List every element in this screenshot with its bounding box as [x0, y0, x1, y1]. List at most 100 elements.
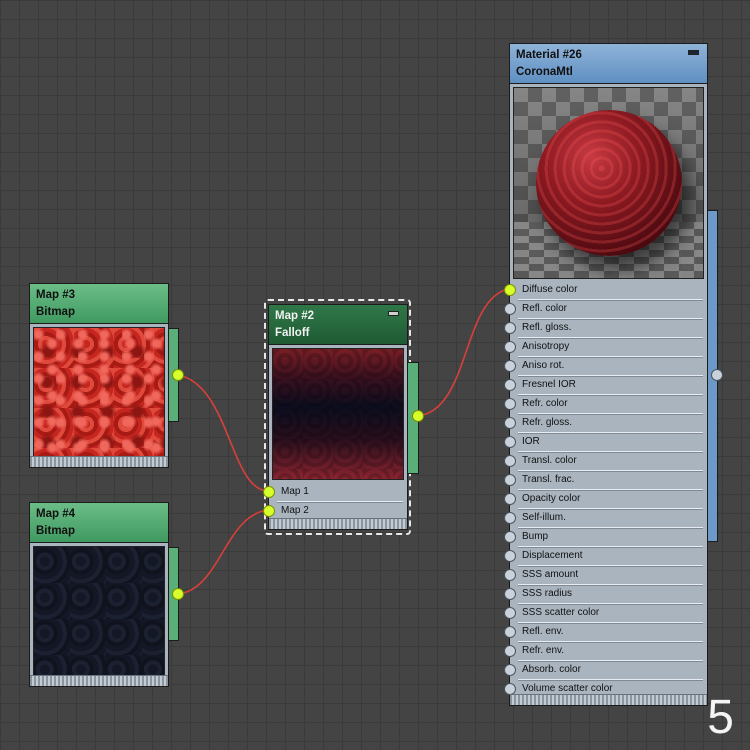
output-socket[interactable]: [711, 369, 723, 381]
slot-absorb-color[interactable]: Absorb. color: [504, 661, 703, 680]
node-footer: [30, 456, 168, 467]
input-socket[interactable]: [504, 436, 516, 448]
slot-aniso-rot[interactable]: Aniso rot.: [504, 357, 703, 376]
slot-label: Opacity color: [522, 493, 581, 504]
wire-falloff-to-diffuse: [417, 288, 509, 417]
slot-label: Bump: [522, 531, 549, 542]
node-type: Falloff: [275, 327, 310, 339]
slot-refl-color[interactable]: Refl. color: [504, 300, 703, 319]
node-map4-bitmap[interactable]: Map #4 Bitmap: [29, 502, 184, 687]
slot-refr-env[interactable]: Refr. env.: [504, 642, 703, 661]
slot-refr-gloss[interactable]: Refr. gloss.: [504, 414, 703, 433]
slot-label: Refl. gloss.: [522, 322, 572, 333]
output-socket[interactable]: [172, 588, 184, 600]
node-type: Bitmap: [36, 525, 75, 537]
slot-self-illum[interactable]: Self-illum.: [504, 509, 703, 528]
node-header[interactable]: Material #26 CoronaMtl: [509, 43, 708, 83]
bitmap-preview-red: [33, 327, 165, 460]
slot-label: SSS radius: [522, 588, 573, 599]
slot-label: Refr. gloss.: [522, 417, 573, 428]
node-header[interactable]: Map #2 Falloff: [268, 304, 408, 344]
slot-refr-color[interactable]: Refr. color: [504, 395, 703, 414]
input-socket[interactable]: [504, 379, 516, 391]
material-preview: [513, 87, 704, 279]
slot-diffuse-color[interactable]: Diffuse color: [504, 281, 703, 300]
slot-map-1[interactable]: Map 1: [263, 483, 403, 502]
slot-label: Refr. env.: [522, 645, 565, 656]
output-socket[interactable]: [172, 369, 184, 381]
minimize-icon[interactable]: [388, 311, 399, 316]
slot-label: Refr. color: [522, 398, 568, 409]
node-footer: [30, 675, 168, 686]
slot-anisotropy[interactable]: Anisotropy: [504, 338, 703, 357]
falloff-preview: [272, 348, 404, 480]
slot-label: Refl. color: [522, 303, 568, 314]
node-header[interactable]: Map #3 Bitmap: [29, 283, 169, 323]
slot-label: Map 2: [281, 505, 309, 516]
node-body: [29, 323, 169, 468]
slot-opacity-color[interactable]: Opacity color: [504, 490, 703, 509]
slot-ior[interactable]: IOR: [504, 433, 703, 452]
slot-label: Self-illum.: [522, 512, 566, 523]
input-socket[interactable]: [504, 493, 516, 505]
input-socket[interactable]: [504, 303, 516, 315]
node-material-corona[interactable]: Material #26 CoronaMtl Diffuse color Refl…: [504, 43, 723, 706]
input-socket[interactable]: [504, 626, 516, 638]
slot-label: Transl. frac.: [522, 474, 575, 485]
slot-sss-amount[interactable]: SSS amount: [504, 566, 703, 585]
wire-map3-to-map1: [177, 374, 269, 492]
slot-displacement[interactable]: Displacement: [504, 547, 703, 566]
node-title: Map #2: [275, 310, 314, 322]
slot-transl-color[interactable]: Transl. color: [504, 452, 703, 471]
input-socket[interactable]: [504, 284, 516, 296]
slot-label: Anisotropy: [522, 341, 570, 352]
slot-label: SSS scatter color: [522, 607, 600, 618]
slot-refl-gloss[interactable]: Refl. gloss.: [504, 319, 703, 338]
slot-label: Displacement: [522, 550, 583, 561]
output-socket[interactable]: [412, 410, 424, 422]
input-socket[interactable]: [504, 607, 516, 619]
input-socket[interactable]: [504, 588, 516, 600]
input-socket[interactable]: [504, 550, 516, 562]
node-title: Map #3: [36, 289, 75, 301]
input-socket[interactable]: [263, 486, 275, 498]
slot-label: SSS amount: [522, 569, 579, 580]
slot-label: Transl. color: [522, 455, 577, 466]
input-socket[interactable]: [504, 664, 516, 676]
slot-refl-env[interactable]: Refl. env.: [504, 623, 703, 642]
node-map2-falloff[interactable]: Map #2 Falloff Map 1 Map 2: [263, 304, 424, 530]
input-socket[interactable]: [504, 455, 516, 467]
node-header[interactable]: Map #4 Bitmap: [29, 502, 169, 542]
slot-sss-radius[interactable]: SSS radius: [504, 585, 703, 604]
input-socket[interactable]: [504, 341, 516, 353]
sphere: [536, 110, 682, 256]
input-socket[interactable]: [504, 645, 516, 657]
input-socket[interactable]: [504, 474, 516, 486]
slot-label: Refl. env.: [522, 626, 564, 637]
input-socket[interactable]: [504, 322, 516, 334]
input-socket[interactable]: [504, 512, 516, 524]
slot-label: Aniso rot.: [522, 360, 565, 371]
slot-label: IOR: [522, 436, 540, 447]
node-map3-bitmap[interactable]: Map #3 Bitmap: [29, 283, 184, 468]
input-socket[interactable]: [504, 417, 516, 429]
node-footer: [269, 518, 407, 529]
input-socket[interactable]: [504, 398, 516, 410]
node-title: Material #26: [516, 49, 582, 61]
node-title: Map #4: [36, 508, 75, 520]
corner-number-label: 5: [707, 691, 734, 744]
slot-sss-scatter-color[interactable]: SSS scatter color: [504, 604, 703, 623]
wire-map4-to-map2: [177, 509, 269, 595]
input-socket[interactable]: [504, 531, 516, 543]
node-body: Diffuse color Refl. color Refl. gloss. Anis…: [504, 83, 708, 706]
node-body: [29, 542, 169, 687]
input-socket[interactable]: [504, 569, 516, 581]
slot-transl-frac[interactable]: Transl. frac.: [504, 471, 703, 490]
node-type: Bitmap: [36, 306, 75, 318]
input-socket[interactable]: [263, 505, 275, 517]
minimize-icon[interactable]: [688, 50, 699, 55]
input-socket[interactable]: [504, 360, 516, 372]
slot-label: Volume scatter color: [522, 683, 613, 694]
slot-fresnel-ior[interactable]: Fresnel IOR: [504, 376, 703, 395]
slot-bump[interactable]: Bump: [504, 528, 703, 547]
